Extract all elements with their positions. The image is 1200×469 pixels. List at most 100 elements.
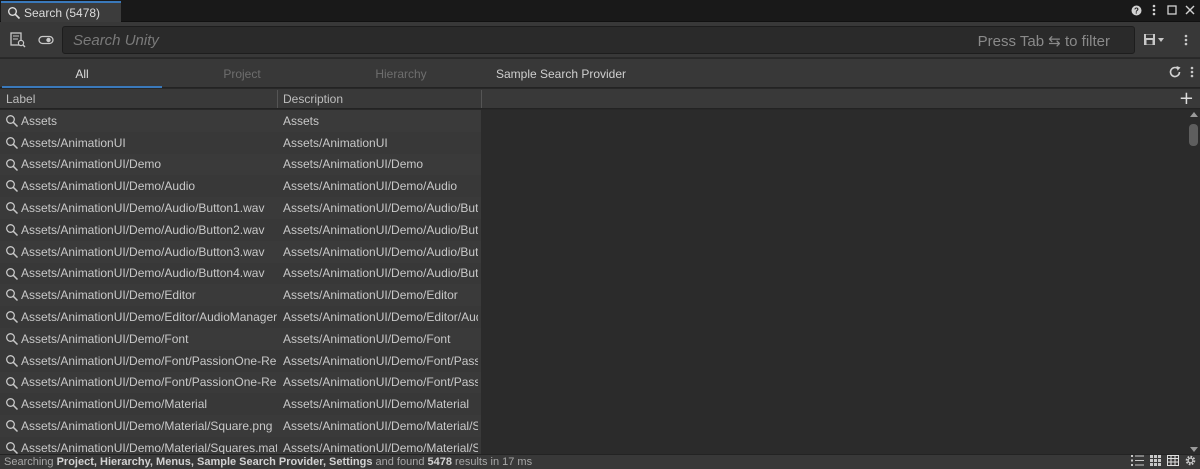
table-row[interactable]: Assets/AnimationUI/Demo/Material/Square.…: [0, 415, 1187, 437]
row-label: Assets/AnimationUI/Demo/Material/Squares…: [21, 440, 277, 454]
table-row[interactable]: Assets/AnimationUI/Demo/Font/PassionOne-…: [0, 371, 1187, 394]
table-row[interactable]: Assets/AnimationUI/Demo/Material/Squares…: [0, 436, 1187, 454]
scroll-up-icon[interactable]: [1190, 112, 1198, 117]
status-providers: Project, Hierarchy, Menus, Sample Search…: [56, 456, 373, 468]
table-row[interactable]: Assets/AnimationUI/Demo/Audio/Button4.wa…: [0, 262, 1187, 285]
window-controls: ?: [1130, 3, 1196, 17]
row-label: Assets/AnimationUI/Demo/Editor/AudioMana…: [21, 310, 277, 325]
row-description: Assets/AnimationUI/Demo/Material/Squares…: [283, 440, 478, 454]
row-empty-cell: [481, 240, 1187, 263]
row-empty-cell: [481, 371, 1187, 394]
row-description: Assets/AnimationUI/Demo/Material: [283, 397, 470, 412]
window-tab-strip: Search (5478) ?: [0, 0, 1200, 22]
table-header: Label Description +: [0, 88, 1200, 109]
row-empty-cell: [481, 306, 1187, 328]
save-search-button[interactable]: [1142, 31, 1168, 49]
column-header-description[interactable]: Description: [283, 92, 343, 106]
filter-hint: Press Tab ⇆ to filter: [977, 33, 1110, 50]
row-description: Assets/AnimationUI/Demo/Audio: [283, 179, 458, 194]
save-icon: [1144, 34, 1164, 45]
more-vert-icon[interactable]: [1190, 66, 1194, 81]
status-suffix: results in 17 ms: [452, 456, 533, 468]
refresh-icon[interactable]: [1168, 65, 1182, 82]
view-mode-buttons: [1131, 454, 1196, 469]
tab-all[interactable]: All: [2, 59, 162, 88]
search-icon: [6, 376, 19, 389]
grid-view-icon[interactable]: [1150, 454, 1161, 469]
maximize-icon[interactable]: [1166, 3, 1178, 17]
table-row[interactable]: Assets/AnimationUI/Demo/Audio Assets/Anim…: [0, 175, 1187, 198]
row-description: Assets/AnimationUI/Demo/Audio/Button1.wa…: [283, 201, 478, 216]
search-icon: [6, 267, 19, 280]
search-icon: [6, 158, 19, 171]
table-row[interactable]: Assets Assets: [0, 110, 1187, 132]
search-icon: [6, 442, 19, 454]
row-empty-cell: [481, 327, 1187, 350]
table-row[interactable]: Assets/AnimationUI/Demo/Font/PassionOne-…: [0, 349, 1187, 372]
column-resize-handle[interactable]: [277, 90, 278, 108]
row-label: Assets/AnimationUI/Demo/Audio/Button2.wa…: [21, 222, 265, 237]
search-icon: [6, 311, 19, 324]
table-row[interactable]: Assets/AnimationUI Assets/AnimationUI: [0, 131, 1187, 154]
row-empty-cell: [481, 349, 1187, 372]
table-row[interactable]: Assets/AnimationUI/Demo/Material Assets/A…: [0, 393, 1187, 416]
row-empty-cell: [481, 110, 1187, 132]
row-empty-cell: [481, 415, 1187, 437]
row-empty-cell: [481, 262, 1187, 285]
table-row[interactable]: Assets/AnimationUI/Demo/Editor/AudioMana…: [0, 306, 1187, 328]
search-toolbar: Press Tab ⇆ to filter: [0, 22, 1200, 58]
search-field[interactable]: Press Tab ⇆ to filter: [62, 26, 1135, 54]
provider-actions: [1168, 65, 1194, 82]
search-icon: [6, 333, 19, 345]
table-row[interactable]: Assets/AnimationUI/Demo/Audio/Button3.wa…: [0, 240, 1187, 263]
row-empty-cell: [481, 153, 1187, 176]
row-description: Assets/AnimationUI/Demo/Font/PassionOne-…: [283, 353, 478, 368]
vertical-scrollbar[interactable]: [1187, 110, 1200, 454]
tab-hierarchy[interactable]: Hierarchy: [321, 59, 481, 88]
more-vert-icon[interactable]: [1148, 3, 1160, 17]
row-label: Assets/AnimationUI/Demo/Audio/Button3.wa…: [21, 244, 265, 259]
scrollbar-thumb[interactable]: [1189, 124, 1198, 146]
svg-text:?: ?: [1134, 6, 1139, 15]
status-prefix: Searching: [4, 456, 57, 468]
column-header-label[interactable]: Label: [6, 92, 35, 106]
row-description: Assets/AnimationUI/Demo/Audio/Button3.wa…: [283, 244, 478, 259]
close-icon[interactable]: [1184, 3, 1196, 17]
row-label: Assets/AnimationUI: [21, 135, 126, 150]
toolbar-more-button[interactable]: [1177, 31, 1195, 49]
row-label: Assets: [21, 113, 58, 128]
row-description: Assets/AnimationUI/Demo/Material/Square.…: [283, 419, 478, 434]
status-bar: Searching Project, Hierarchy, Menus, Sam…: [0, 454, 1200, 469]
search-window-tab[interactable]: Search (5478): [1, 1, 121, 22]
window-tab-title: Search (5478): [24, 5, 101, 20]
help-icon[interactable]: ?: [1130, 3, 1142, 17]
row-description: Assets/AnimationUI/Demo/Editor/AudioMana…: [283, 310, 478, 325]
scroll-down-icon[interactable]: [1190, 447, 1198, 452]
add-column-icon[interactable]: +: [1179, 88, 1194, 109]
table-row[interactable]: Assets/AnimationUI/Demo Assets/AnimationU…: [0, 153, 1187, 176]
row-empty-cell: [481, 284, 1187, 307]
provider-tabs: All Project Hierarchy Sample Search Prov…: [0, 59, 1200, 88]
row-empty-cell: [481, 175, 1187, 198]
search-icon: [6, 420, 19, 433]
table-row[interactable]: Assets/AnimationUI/Demo/Audio/Button1.wa…: [0, 197, 1187, 219]
search-icon: [6, 224, 19, 237]
search-input[interactable]: [73, 31, 873, 49]
row-description: Assets/AnimationUI/Demo/Audio/Button4.wa…: [283, 266, 478, 281]
list-view-icon[interactable]: [1131, 454, 1144, 469]
toggle-panel-button[interactable]: [37, 31, 55, 49]
search-icon: [6, 180, 19, 193]
row-label: Assets/AnimationUI/Demo/Material/Square.…: [21, 419, 273, 434]
table-row[interactable]: Assets/AnimationUI/Demo/Audio/Button2.wa…: [0, 218, 1187, 241]
table-row[interactable]: Assets/AnimationUI/Demo/Editor Assets/Ani…: [0, 284, 1187, 307]
saved-searches-button[interactable]: [9, 31, 27, 49]
column-resize-handle[interactable]: [481, 90, 482, 108]
settings-icon[interactable]: [1185, 455, 1196, 469]
row-empty-cell: [481, 436, 1187, 454]
table-view-icon[interactable]: [1167, 454, 1179, 469]
table-row[interactable]: Assets/AnimationUI/Demo/Font Assets/Anima…: [0, 327, 1187, 350]
search-icon: [6, 398, 19, 411]
tab-project[interactable]: Project: [162, 59, 322, 88]
tab-sample-search-provider[interactable]: Sample Search Provider: [481, 59, 641, 88]
row-description: Assets/AnimationUI/Demo/Font/PassionOne-…: [283, 375, 478, 390]
